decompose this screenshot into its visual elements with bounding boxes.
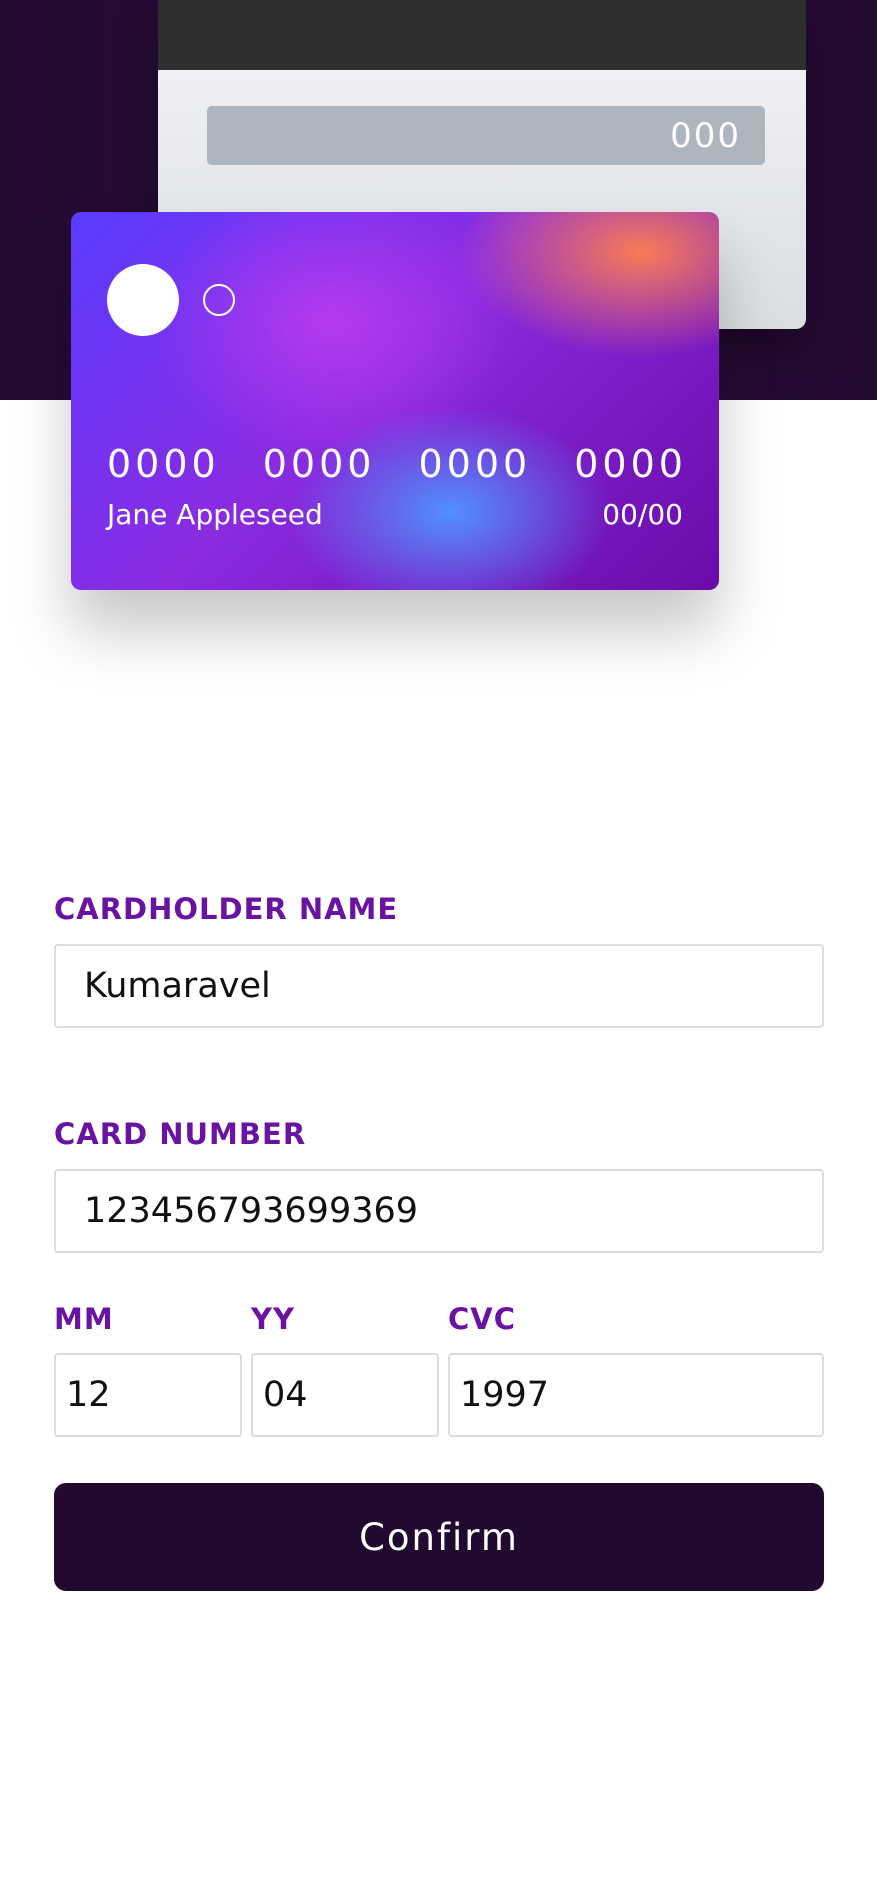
cardholder-name-input[interactable] — [54, 944, 824, 1028]
exp-year-label: YY — [251, 1302, 295, 1336]
confirm-button[interactable]: Confirm — [54, 1483, 824, 1591]
signature-strip: 000 — [207, 106, 765, 165]
card-logo-circle-small — [203, 284, 235, 316]
card-expiry-display: 00/00 — [602, 498, 683, 531]
card-number-group: 0000 — [262, 442, 376, 486]
cardholder-name-label: CARDHOLDER NAME — [54, 892, 399, 926]
cvc-input[interactable] — [448, 1353, 824, 1437]
card-back-cvc: 000 — [670, 116, 741, 156]
exp-month-label: MM — [54, 1302, 114, 1336]
cvc-label: CVC — [448, 1302, 517, 1336]
card-front: 0000 0000 0000 0000 Jane Appleseed 00/00 — [71, 212, 719, 590]
card-number-display: 0000 0000 0000 0000 — [107, 442, 687, 486]
exp-year-input[interactable] — [251, 1353, 439, 1437]
card-logo-circle-large — [107, 264, 179, 336]
card-number-group: 0000 — [574, 442, 687, 486]
card-number-label: CARD NUMBER — [54, 1117, 307, 1151]
card-holder-name-display: Jane Appleseed — [107, 498, 323, 531]
card-number-group: 0000 — [418, 442, 532, 486]
exp-month-input[interactable] — [54, 1353, 242, 1437]
card-number-group: 0000 — [107, 442, 220, 486]
card-number-input[interactable] — [54, 1169, 824, 1253]
magnetic-stripe — [158, 0, 806, 70]
